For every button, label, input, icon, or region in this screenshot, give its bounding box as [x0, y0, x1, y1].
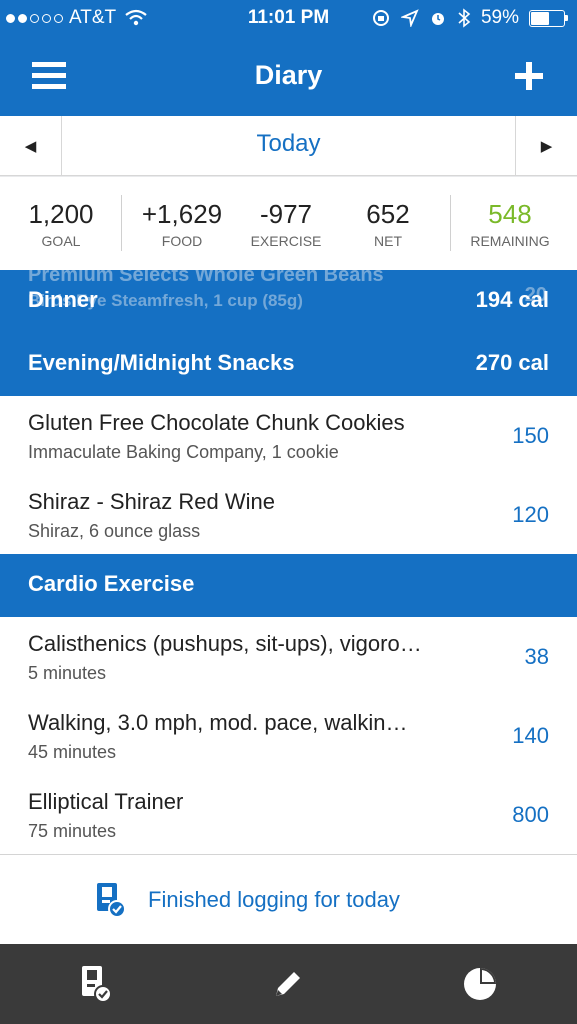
section-snacks-title[interactable]: Evening/Midnight Snacks	[28, 350, 294, 376]
exercise-entry[interactable]: Walking, 3.0 mph, mod. pace, walkin… 45 …	[0, 696, 577, 776]
section-dinner-calories: 194 cal	[475, 287, 549, 312]
tab-bar	[0, 944, 577, 1024]
entry-subtitle: Immaculate Baking Company, 1 cookie	[28, 442, 339, 462]
section-cardio-title: Cardio Exercise	[28, 571, 195, 596]
exercise-summary: -977 EXERCISE	[240, 199, 332, 249]
pie-chart-icon	[464, 968, 496, 1000]
net-value: 652	[366, 199, 410, 229]
rotation-lock-icon	[372, 10, 389, 26]
summary-divider	[121, 195, 122, 251]
exercise-label: EXERCISE	[250, 233, 322, 249]
battery-percent: 59%	[480, 7, 519, 28]
remaining-label: REMAINING	[470, 233, 550, 249]
entry-calories: 38	[524, 644, 549, 669]
entry-title: Elliptical Trainer	[28, 789, 184, 814]
section-dinner-title[interactable]: Dinner	[28, 287, 98, 313]
entry-calories: 120	[512, 502, 549, 527]
remaining-value: 548	[488, 199, 532, 229]
entry-subtitle: 45 minutes	[28, 742, 117, 762]
status-icons: 59%	[371, 7, 568, 29]
diary-list[interactable]: Premium Selects Whole Green Beans Birds …	[0, 270, 577, 944]
left-arrow-icon: ◀	[24, 138, 37, 155]
right-arrow-icon: ▶	[540, 138, 553, 155]
food-label: FOOD	[161, 233, 203, 249]
entry-calories: 800	[512, 802, 549, 827]
net-label: NET	[374, 233, 402, 249]
date-label[interactable]: Today	[62, 130, 515, 158]
entry-title: Gluten Free Chocolate Chunk Cookies	[28, 410, 405, 435]
previous-day-button[interactable]: ◀	[0, 116, 62, 176]
location-icon	[400, 9, 419, 27]
battery-icon	[529, 9, 568, 27]
page-title: Diary	[254, 60, 323, 90]
entry-calories: 140	[512, 723, 549, 748]
entry-subtitle: 75 minutes	[28, 821, 117, 841]
date-navigator: ◀ Today ▶	[0, 116, 577, 176]
finished-logging-label: Finished logging for today	[148, 887, 400, 912]
food-summary: +1,629 FOOD	[134, 199, 230, 249]
food-value: +1,629	[141, 199, 223, 229]
food-entry[interactable]: Gluten Free Chocolate Chunk Cookies Imma…	[0, 396, 577, 476]
exercise-entry[interactable]: Elliptical Trainer 75 minutes 800	[0, 775, 577, 855]
entry-calories: 150	[512, 423, 549, 448]
goal-value: 1,200	[28, 199, 94, 229]
diary-check-icon	[97, 883, 126, 918]
entry-title: Walking, 3.0 mph, mod. pace, walkin…	[28, 710, 408, 735]
net-summary: 652 NET	[350, 199, 426, 249]
summary-divider	[450, 195, 451, 251]
scrolled-entry-title: Premium Selects Whole Green Beans	[28, 270, 384, 286]
tab-reports[interactable]	[384, 944, 576, 1024]
exercise-entry[interactable]: Calisthenics (pushups, sit-ups), vigoro……	[0, 617, 577, 697]
food-entry[interactable]: Shiraz - Shiraz Red Wine Shiraz, 6 ounce…	[0, 475, 577, 555]
tab-diary[interactable]	[0, 944, 192, 1024]
diary-tab-icon	[82, 966, 112, 1003]
entry-subtitle: Shiraz, 6 ounce glass	[28, 521, 201, 541]
bluetooth-icon	[458, 8, 471, 28]
remaining-summary: 548 REMAINING	[462, 199, 558, 249]
calorie-summary[interactable]: 1,200 GOAL +1,629 FOOD -977 EXERCISE 652…	[0, 177, 577, 270]
plus-icon[interactable]	[515, 62, 543, 90]
alarm-icon	[431, 13, 444, 25]
entry-title: Shiraz - Shiraz Red Wine	[28, 489, 275, 514]
entry-title: Calisthenics (pushups, sit-ups), vigoro…	[28, 631, 422, 656]
section-cardio-header[interactable]: Cardio Exercise	[0, 554, 577, 617]
pencil-icon	[276, 972, 300, 996]
pinned-section-headers: Premium Selects Whole Green Beans Birds …	[0, 270, 577, 396]
next-day-button[interactable]: ▶	[515, 116, 577, 176]
entry-subtitle: 5 minutes	[28, 663, 107, 683]
finished-logging-button[interactable]: Finished logging for today	[0, 856, 577, 944]
goal-summary: 1,200 GOAL	[22, 199, 100, 249]
goal-label: GOAL	[41, 233, 81, 249]
exercise-value: -977	[259, 199, 313, 229]
nav-bar: Diary	[0, 38, 577, 116]
section-snacks-calories: 270 cal	[475, 350, 549, 375]
tab-log[interactable]	[192, 944, 384, 1024]
status-bar: AT&T 11:01 PM 59%	[0, 0, 577, 38]
